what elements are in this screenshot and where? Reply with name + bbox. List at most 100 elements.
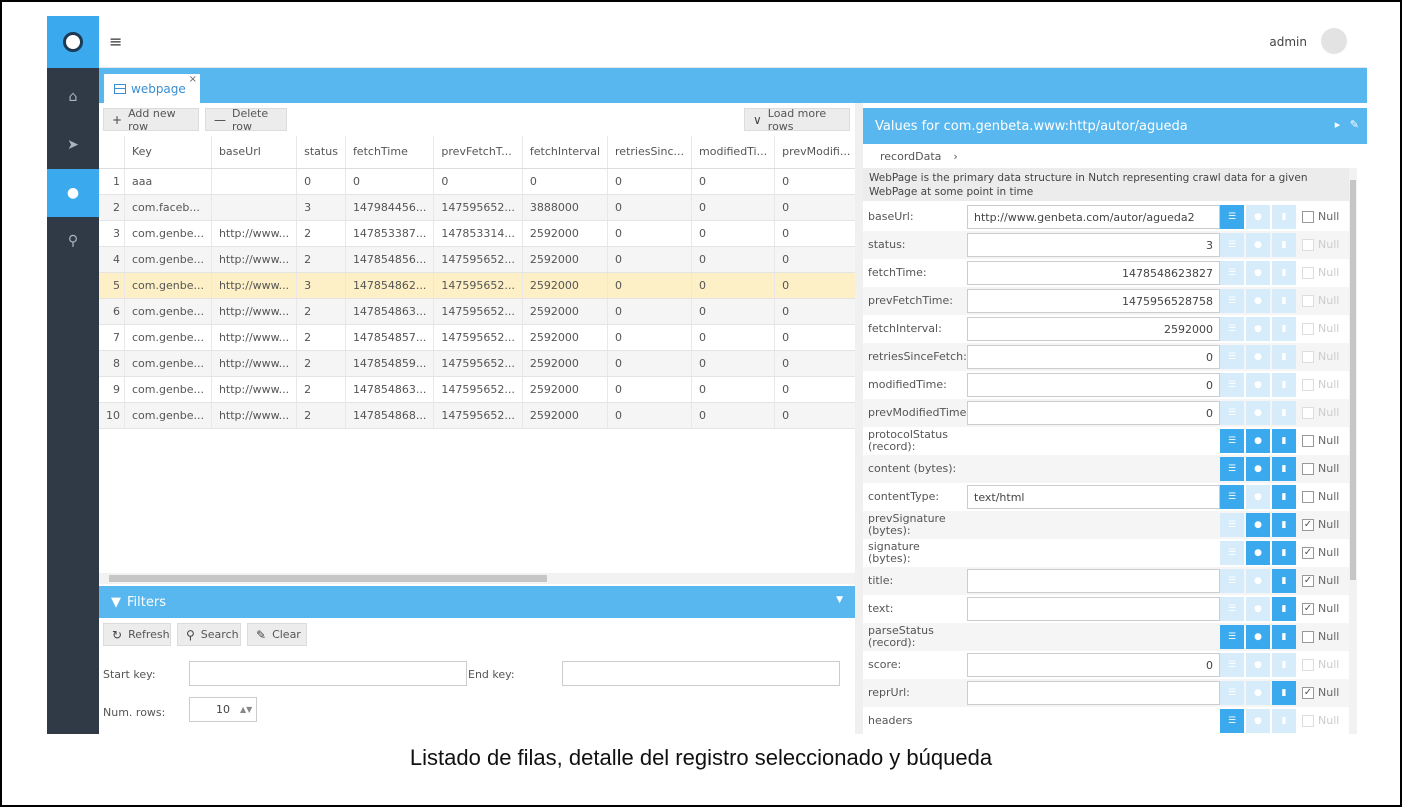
plus-circle-icon[interactable]: ● [1246, 597, 1270, 621]
list-icon[interactable]: ☰ [1220, 233, 1244, 257]
table-cell[interactable]: 2 [296, 376, 346, 403]
plus-circle-icon[interactable]: ● [1246, 541, 1270, 565]
column-header[interactable]: fetchInterval [522, 136, 609, 169]
list-icon[interactable]: ☰ [1220, 205, 1244, 229]
table-cell[interactable]: com.genbe... [124, 246, 212, 273]
panel-splitter[interactable] [855, 103, 863, 734]
checkbox-icon[interactable] [1302, 714, 1314, 727]
table-cell[interactable]: 2592000 [522, 272, 609, 299]
table-cell[interactable]: 147854863... [345, 298, 435, 325]
field-value-input[interactable] [967, 597, 1220, 621]
table-cell[interactable]: 0 [607, 350, 693, 377]
plus-circle-icon[interactable]: ● [1246, 625, 1270, 649]
table-cell[interactable]: http://www... [211, 402, 298, 429]
checkbox-icon[interactable] [1302, 266, 1314, 279]
table-cell[interactable]: 0 [607, 168, 693, 195]
null-checkbox[interactable]: Null [1302, 462, 1339, 475]
num-rows-stepper[interactable]: 10 ▲▼ [189, 697, 257, 722]
field-value-input[interactable]: 0 [967, 345, 1220, 369]
column-header[interactable]: prevFetchT... [433, 136, 523, 169]
plus-circle-icon[interactable]: ● [1246, 681, 1270, 705]
checkbox-icon[interactable] [1302, 462, 1314, 475]
table-cell[interactable]: 2 [296, 220, 346, 247]
table-cell[interactable]: 147595652... [433, 246, 523, 273]
list-icon[interactable]: ☰ [1220, 513, 1244, 537]
plus-circle-icon[interactable]: ● [1246, 569, 1270, 593]
table-cell[interactable]: 0 [691, 298, 776, 325]
null-checkbox[interactable]: Null [1302, 490, 1339, 503]
trash-icon[interactable]: ▮ [1272, 625, 1296, 649]
null-checkbox[interactable]: Null [1302, 238, 1339, 251]
plus-circle-icon[interactable]: ● [1246, 233, 1270, 257]
checkbox-icon[interactable] [1302, 238, 1314, 251]
table-cell[interactable]: http://www... [211, 298, 298, 325]
table-cell[interactable]: 0 [607, 402, 693, 429]
field-value-input[interactable]: 3 [967, 233, 1220, 257]
table-cell[interactable]: 147854856... [345, 246, 435, 273]
table-cell[interactable]: 147854863... [345, 376, 435, 403]
table-cell[interactable]: 0 [691, 272, 776, 299]
table-cell[interactable]: 0 [607, 298, 693, 325]
user-icon[interactable]: ● [47, 169, 99, 217]
table-cell[interactable]: 0 [433, 168, 523, 195]
table-cell[interactable]: http://www... [211, 246, 298, 273]
null-checkbox[interactable]: Null [1302, 210, 1339, 223]
table-cell[interactable]: http://www... [211, 324, 298, 351]
table-cell[interactable]: aaa [124, 168, 212, 195]
list-icon[interactable]: ☰ [1220, 261, 1244, 285]
checkbox-icon[interactable] [1302, 658, 1314, 671]
list-icon[interactable]: ☰ [1220, 457, 1244, 481]
table-cell[interactable]: http://www... [211, 272, 298, 299]
table-cell[interactable]: 0 [774, 324, 855, 351]
field-value-input[interactable]: 0 [967, 653, 1220, 677]
trash-icon[interactable]: ▮ [1272, 205, 1296, 229]
caret-right-icon[interactable]: ▸ [1335, 118, 1341, 131]
table-cell[interactable]: 3 [296, 272, 346, 299]
table-cell[interactable]: 147854868... [345, 402, 435, 429]
field-value-input[interactable]: 0 [967, 373, 1220, 397]
trash-icon[interactable]: ▮ [1272, 261, 1296, 285]
trash-icon[interactable]: ▮ [1272, 653, 1296, 677]
table-cell[interactable]: com.genbe... [124, 402, 212, 429]
table-cell[interactable]: http://www... [211, 350, 298, 377]
table-row[interactable]: 8 com.genbe... http://www... 2 147854859... 1… [99, 350, 855, 377]
plus-circle-icon[interactable]: ● [1246, 205, 1270, 229]
plus-circle-icon[interactable]: ● [1246, 709, 1270, 733]
load-more-button[interactable]: ∨ Load more rows [744, 107, 850, 133]
table-cell[interactable]: 2592000 [522, 220, 609, 247]
table-cell[interactable]: 147595652... [433, 350, 523, 377]
plus-circle-icon[interactable]: ● [1246, 317, 1270, 341]
column-header[interactable]: status [296, 136, 346, 169]
checkbox-icon[interactable] [1302, 406, 1314, 419]
plus-circle-icon[interactable]: ● [1246, 485, 1270, 509]
field-value-input[interactable]: 0 [967, 401, 1220, 425]
delete-row-button[interactable]: — Delete row [205, 107, 287, 133]
checkbox-icon[interactable] [1302, 378, 1314, 391]
table-cell[interactable]: 147595652... [433, 402, 523, 429]
table-row[interactable]: 6 com.genbe... http://www... 2 147854863... 1… [99, 298, 855, 325]
field-value-input[interactable]: text/html [967, 485, 1220, 509]
table-cell[interactable]: 0 [691, 194, 776, 221]
table-cell[interactable]: 3888000 [522, 194, 609, 221]
column-header[interactable]: baseUrl [211, 136, 298, 169]
null-checkbox[interactable]: ✓ Null [1302, 546, 1339, 559]
list-icon[interactable]: ☰ [1220, 485, 1244, 509]
trash-icon[interactable]: ▮ [1272, 681, 1296, 705]
checkbox-icon[interactable] [1302, 322, 1314, 335]
trash-icon[interactable]: ▮ [1272, 345, 1296, 369]
table-cell[interactable]: 0 [774, 168, 855, 195]
app-logo[interactable] [47, 16, 99, 68]
checkbox-icon[interactable] [1302, 350, 1314, 363]
field-value-input[interactable] [967, 681, 1220, 705]
table-cell[interactable] [211, 194, 298, 221]
table-cell[interactable]: 0 [345, 168, 435, 195]
table-cell[interactable]: 147854857... [345, 324, 435, 351]
table-cell[interactable]: 0 [607, 376, 693, 403]
plus-circle-icon[interactable]: ● [1246, 401, 1270, 425]
table-cell[interactable]: 0 [774, 376, 855, 403]
list-icon[interactable]: ☰ [1220, 653, 1244, 677]
null-checkbox[interactable]: ✓ Null [1302, 602, 1339, 615]
trash-icon[interactable]: ▮ [1272, 233, 1296, 257]
table-cell[interactable]: 3 [296, 194, 346, 221]
plus-circle-icon[interactable]: ● [1246, 429, 1270, 453]
